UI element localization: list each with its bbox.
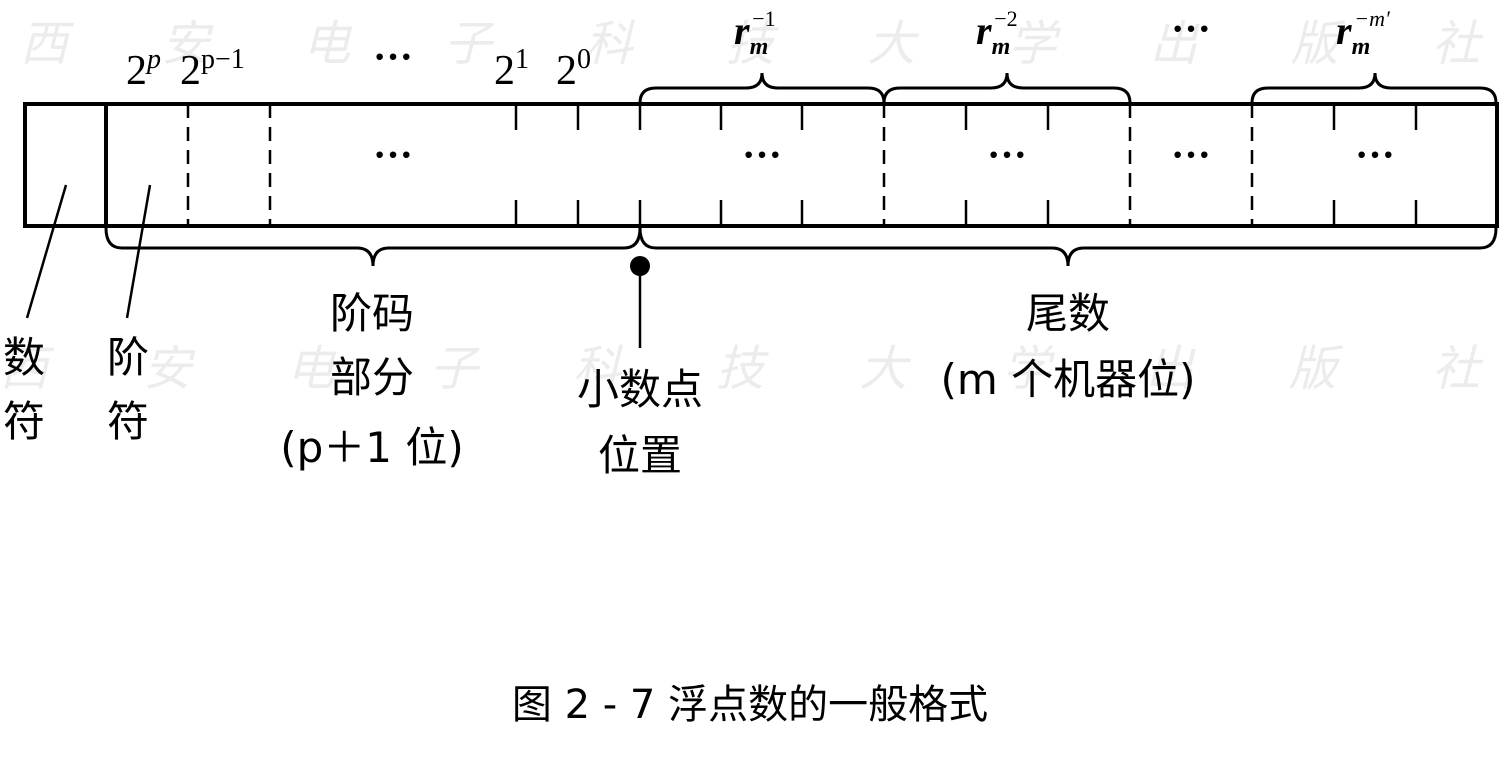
weight-2-p-minus-1: 2p−1 (180, 44, 245, 94)
weight-ellipsis-right: ··· (1171, 6, 1211, 51)
top-brace-group3 (1250, 72, 1498, 104)
exponent-ellipsis: ··· (373, 132, 413, 177)
weight-2-0: 20 (556, 44, 591, 94)
top-brace-group1 (638, 72, 886, 104)
exponent-brace (104, 227, 642, 267)
mantissa-label-line2: (m 个机器位) (940, 355, 1195, 404)
exp-sign-label-line1: 阶 (107, 333, 149, 382)
exponent-label-line1: 阶码 (330, 289, 414, 338)
weight-2-p: 2p (126, 44, 161, 94)
mantissa-gap-ellipsis: ··· (1171, 132, 1211, 177)
exp-sign-leader-line (125, 184, 152, 319)
weight-r-m-minus-m-prime: rm−m′ (1336, 6, 1391, 60)
mantissa-brace (638, 227, 1498, 267)
figure-caption: 图 2 - 7 浮点数的一般格式 (512, 682, 988, 728)
exponent-label-line2: 部分 (330, 353, 414, 402)
decimal-point-dot (630, 256, 650, 276)
mantissa-ellipsis-1: ··· (742, 132, 782, 177)
weight-2-1: 21 (494, 44, 529, 94)
weight-ellipsis-left: ··· (373, 34, 413, 79)
exponent-label-line3: (p＋1 位) (280, 423, 464, 472)
mantissa-label-line1: 尾数 (1026, 289, 1110, 338)
register-box: ··· ··· ··· ··· ··· (23, 102, 1499, 228)
mantissa-ellipsis-2: ··· (987, 132, 1027, 177)
sign-leader-line (25, 184, 68, 319)
point-label-line1: 小数点 (577, 365, 703, 414)
point-label-line2: 位置 (598, 431, 682, 480)
sign-label-line1: 数 (3, 333, 45, 382)
top-brace-group2 (882, 72, 1132, 104)
sign-label-line2: 符 (3, 397, 45, 446)
exp-sign-label-line2: 符 (107, 397, 149, 446)
tick-marks (514, 104, 1418, 226)
mantissa-ellipsis-3: ··· (1355, 132, 1395, 177)
watermark-middle: 西安电子科技大学出版社 (0, 341, 1484, 397)
floating-point-format-diagram: 西安电子科技大学出版社 西安电子科技大学出版社 ··· ··· ··· ··· … (0, 6, 1499, 728)
